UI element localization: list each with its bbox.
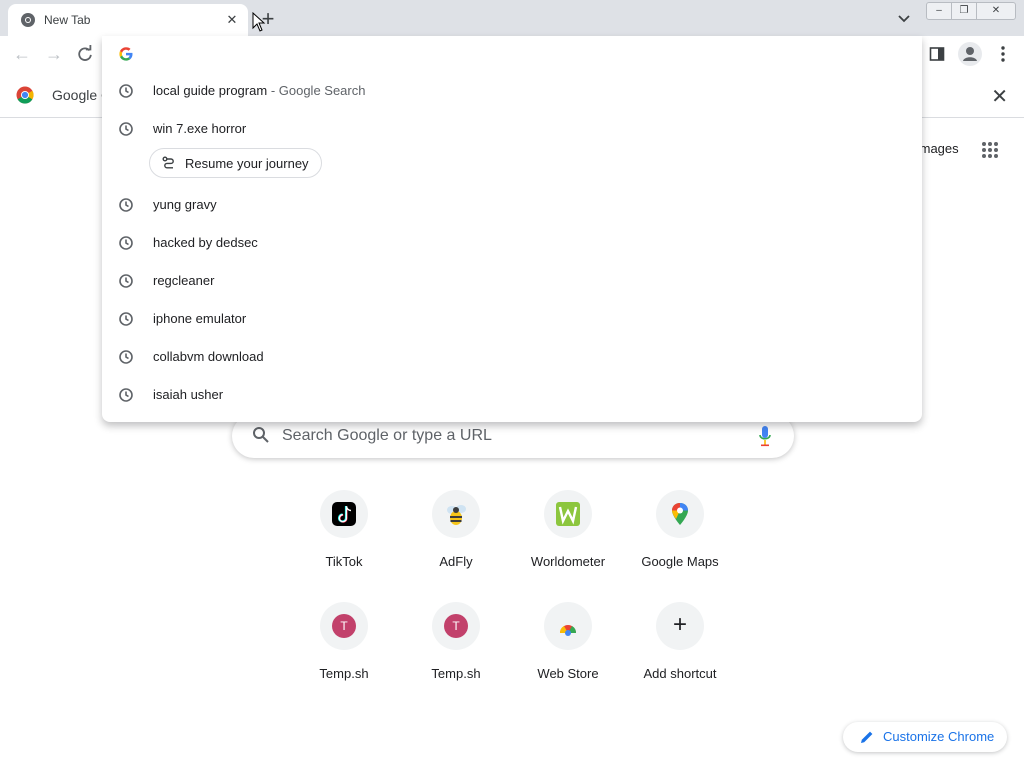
- shortcut-label: Temp.sh: [431, 666, 481, 681]
- history-clock-icon: [119, 350, 133, 364]
- shortcut-icon-container: [432, 490, 480, 538]
- apps-grid-icon[interactable]: [981, 141, 999, 159]
- shortcut-label: Google Maps: [641, 554, 719, 569]
- suggestion-item[interactable]: win 7.exe horror: [102, 110, 922, 148]
- tab-title: New Tab: [44, 13, 91, 27]
- shortcut-icon-container: [544, 602, 592, 650]
- reload-icon[interactable]: [76, 45, 94, 63]
- customize-chrome-label: Customize Chrome: [883, 729, 995, 744]
- suggestion-item[interactable]: iphone emulator: [102, 300, 922, 338]
- history-clock-icon: [119, 312, 133, 326]
- shortcut-web-store[interactable]: Web Store: [512, 594, 624, 706]
- shortcut-worldometer[interactable]: Worldometer: [512, 482, 624, 594]
- adfly-icon: [447, 505, 466, 525]
- images-link[interactable]: Images: [916, 141, 959, 156]
- chevron-down-icon[interactable]: [896, 10, 912, 26]
- plus-icon: +: [672, 611, 687, 638]
- shortcut-temp-sh[interactable]: T Temp.sh: [288, 594, 400, 706]
- suggestion-item[interactable]: isaiah usher: [102, 376, 922, 414]
- shortcut-label: Add shortcut: [643, 666, 717, 681]
- chrome-logo-icon: [16, 86, 34, 104]
- history-clock-icon: [119, 388, 133, 402]
- history-clock-icon: [119, 84, 133, 98]
- chrome-favicon-icon: [21, 13, 35, 27]
- worldometer-icon: [556, 502, 580, 526]
- suggestion-query: hacked by dedsec: [153, 235, 258, 250]
- shortcut-icon-container: [656, 490, 704, 538]
- letter-t-icon: T: [332, 614, 356, 638]
- search-input[interactable]: [282, 424, 742, 448]
- shortcut-label: Temp.sh: [319, 666, 369, 681]
- shortcut-icon-container: T: [432, 602, 480, 650]
- shortcut-icon-container: +: [656, 602, 704, 650]
- history-clock-icon: [119, 274, 133, 288]
- back-arrow-icon[interactable]: ←: [12, 44, 32, 64]
- info-bar-close-icon[interactable]: ✕: [991, 84, 1008, 109]
- suggestion-query: regcleaner: [153, 273, 215, 288]
- forward-arrow-icon[interactable]: →: [44, 44, 64, 64]
- close-window-button[interactable]: ✕: [976, 2, 1016, 20]
- microphone-icon[interactable]: [758, 425, 772, 447]
- add-shortcut-button[interactable]: + Add shortcut: [624, 594, 736, 706]
- suggestion-item[interactable]: local guide program - Google Search: [102, 72, 922, 110]
- tab-new-tab[interactable]: New Tab ✕: [8, 4, 248, 36]
- shortcut-label: TikTok: [325, 554, 363, 569]
- shortcut-label: Web Store: [537, 666, 599, 681]
- chrome-web-store-icon: [558, 622, 578, 636]
- side-panel-icon[interactable]: [929, 46, 945, 62]
- window-controls: – ❐ ✕: [926, 2, 1016, 20]
- suggestion-source: - Google Search: [270, 83, 366, 98]
- suggestion-item[interactable]: hacked by dedsec: [102, 224, 922, 262]
- journey-icon: [162, 156, 174, 169]
- history-clock-icon: [119, 198, 133, 212]
- suggestion-item[interactable]: regcleaner: [102, 262, 922, 300]
- suggestion-item[interactable]: collabvm download: [102, 338, 922, 376]
- more-vert-icon[interactable]: [995, 44, 1011, 64]
- suggestion-text: local guide program - Google Search: [153, 83, 365, 98]
- shortcut-icon-container: T: [320, 602, 368, 650]
- minimize-button[interactable]: –: [926, 2, 952, 20]
- mouse-cursor-icon: [252, 12, 266, 32]
- customize-chrome-button[interactable]: Customize Chrome: [843, 722, 1007, 752]
- shortcut-google-maps[interactable]: Google Maps: [624, 482, 736, 594]
- suggestion-query: yung gravy: [153, 197, 217, 212]
- profile-avatar[interactable]: [958, 42, 982, 66]
- google-maps-icon: [672, 503, 688, 525]
- suggestion-query: local guide program: [153, 83, 268, 98]
- pencil-icon: [861, 731, 873, 743]
- history-clock-icon: [119, 122, 133, 136]
- history-clock-icon: [119, 236, 133, 250]
- restore-button[interactable]: ❐: [951, 2, 977, 20]
- suggestion-query: win 7.exe horror: [153, 121, 247, 136]
- shortcut-icon-container: [544, 490, 592, 538]
- search-icon: [253, 427, 269, 443]
- suggestion-item[interactable]: yung gravy: [102, 186, 922, 224]
- suggestion-query: iphone emulator: [153, 311, 247, 326]
- person-icon: [963, 47, 977, 61]
- suggestion-query: collabvm download: [153, 349, 264, 364]
- shortcut-temp-sh-2[interactable]: T Temp.sh: [400, 594, 512, 706]
- tab-strip: New Tab ✕ + – ❐ ✕: [0, 0, 1024, 36]
- shortcut-icon-container: [320, 490, 368, 538]
- omnibox-dropdown: local guide program - Google Search win …: [102, 36, 922, 422]
- shortcut-tiktok[interactable]: TikTok: [288, 482, 400, 594]
- shortcut-label: AdFly: [439, 554, 473, 569]
- letter-t-icon: T: [444, 614, 468, 638]
- tab-close-icon[interactable]: ✕: [224, 12, 240, 28]
- suggestion-query: isaiah usher: [153, 387, 224, 402]
- tiktok-icon: [332, 502, 356, 526]
- google-g-icon: [119, 47, 133, 61]
- shortcut-adfly[interactable]: AdFly: [400, 482, 512, 594]
- shortcut-label: Worldometer: [530, 554, 606, 569]
- resume-journey-chip[interactable]: Resume your journey: [149, 148, 322, 178]
- resume-journey-label: Resume your journey: [185, 155, 309, 171]
